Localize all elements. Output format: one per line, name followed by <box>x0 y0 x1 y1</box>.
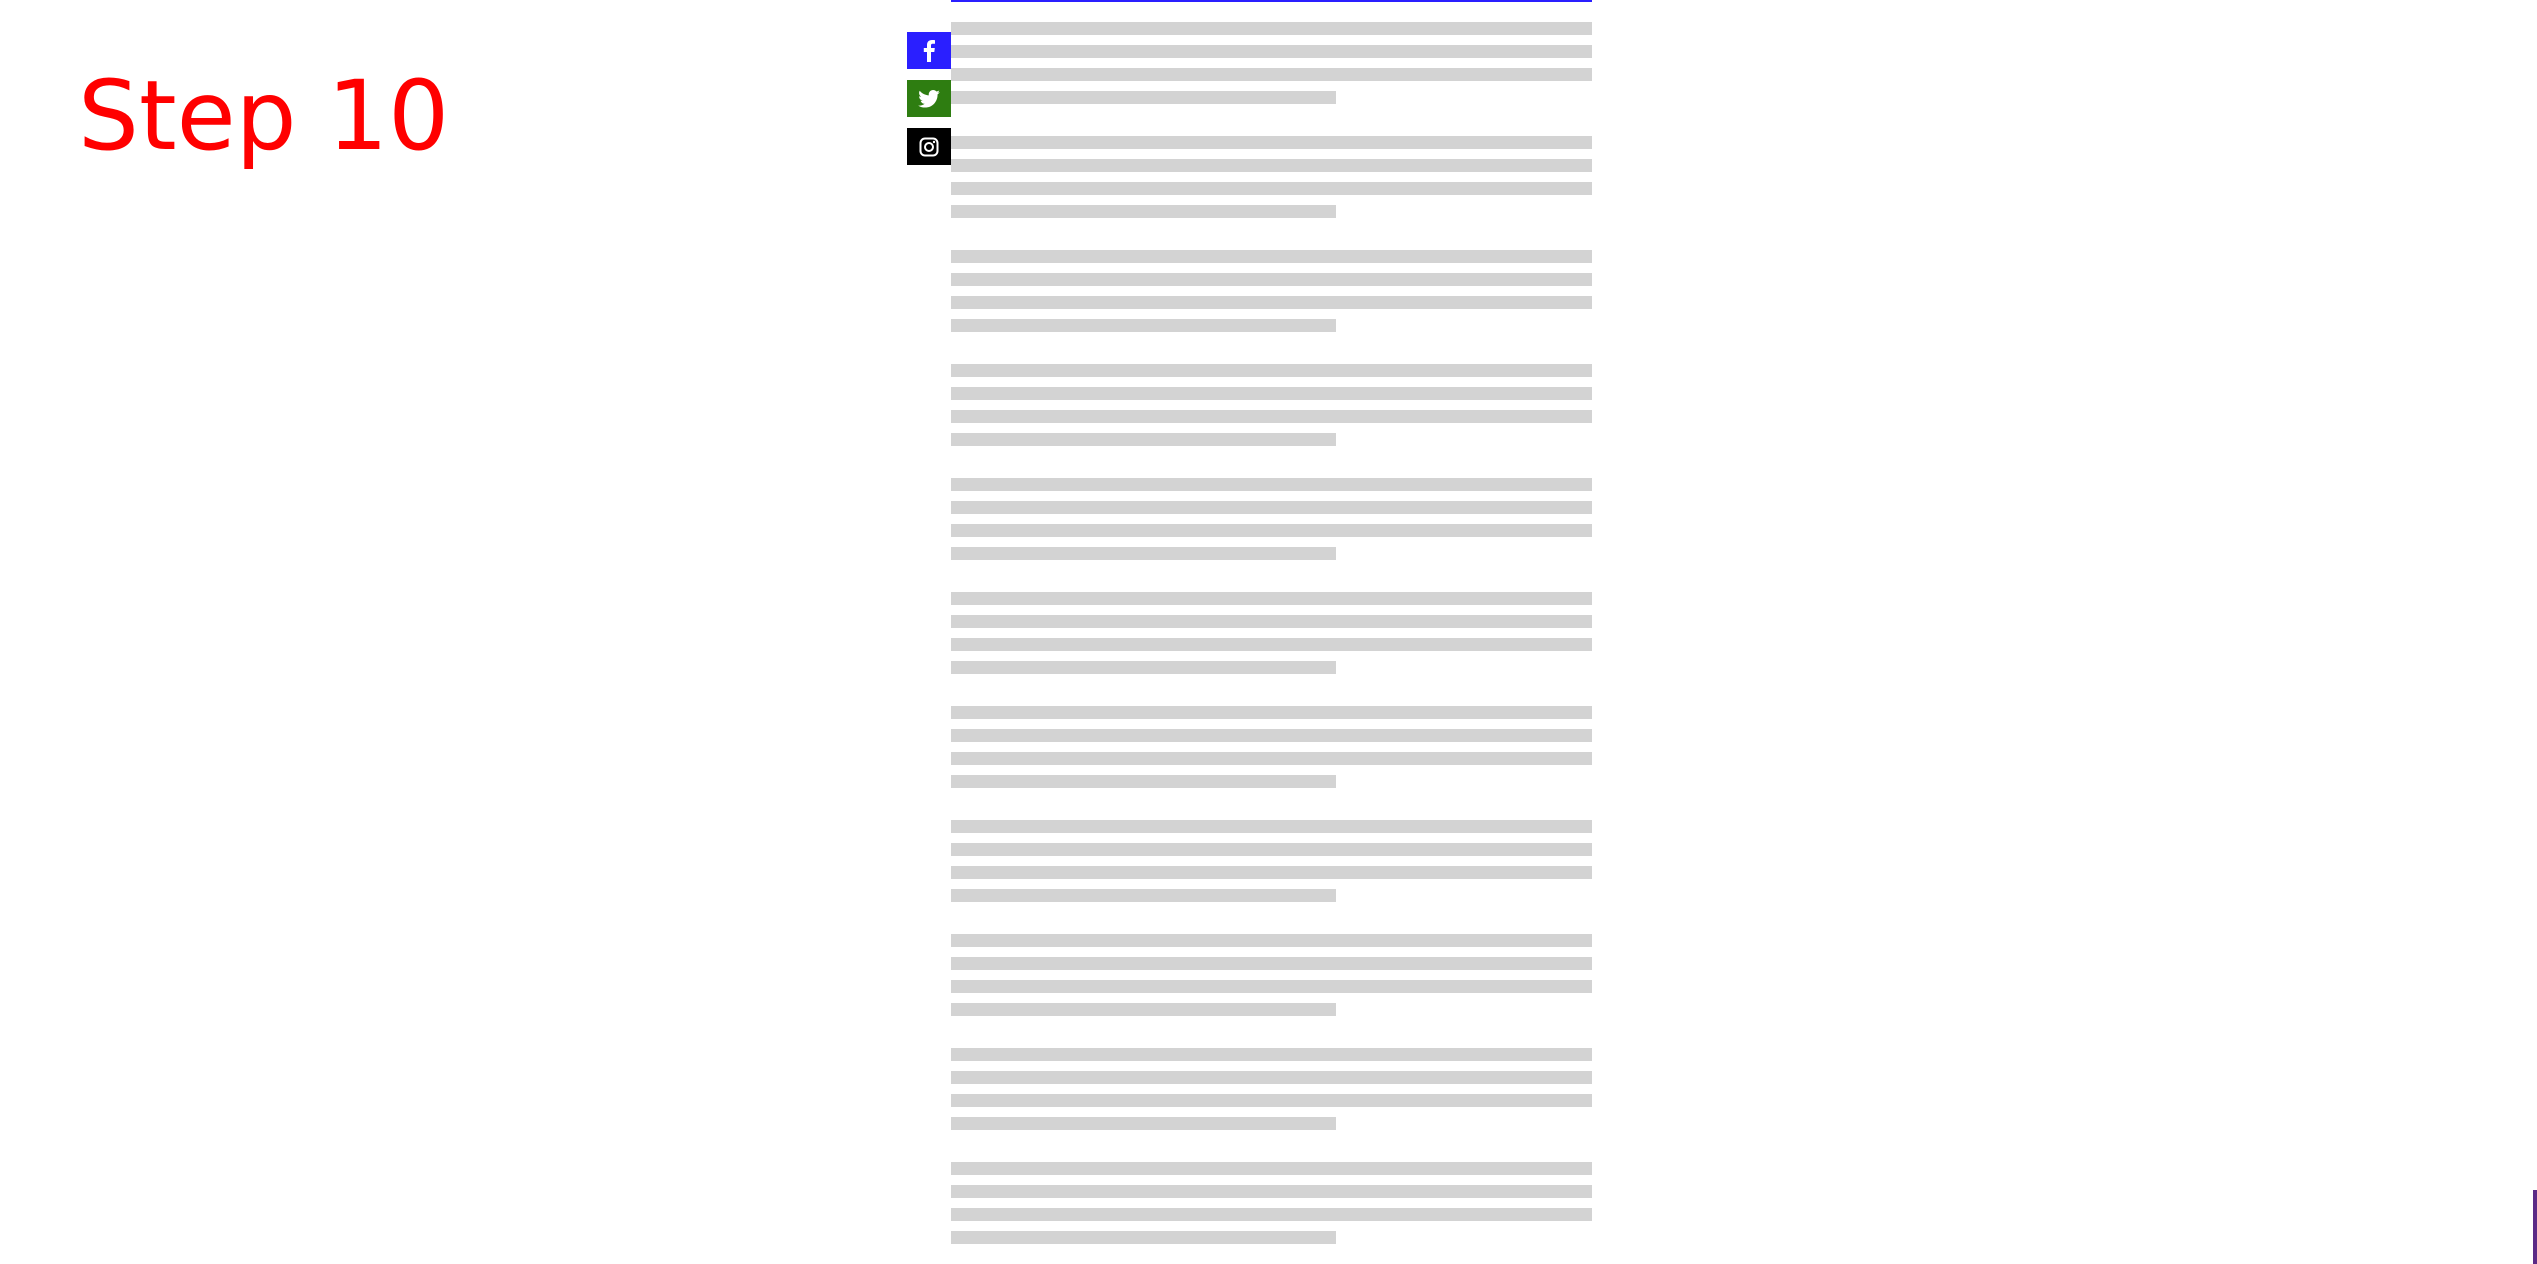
placeholder-text-line <box>951 615 1592 628</box>
instagram-icon <box>919 137 939 156</box>
placeholder-text-line <box>951 866 1592 879</box>
placeholder-text-line <box>951 820 1592 833</box>
facebook-icon <box>923 39 935 62</box>
placeholder-text-line <box>951 410 1592 423</box>
content-top-border <box>951 0 1592 2</box>
placeholder-text-line <box>951 592 1592 605</box>
instagram-share-button[interactable] <box>907 128 951 165</box>
placeholder-text-line <box>951 1094 1592 1107</box>
placeholder-text-line <box>951 706 1592 719</box>
placeholder-paragraph <box>951 1048 1592 1138</box>
placeholder-text-line <box>951 1162 1592 1175</box>
placeholder-text-line <box>951 957 1592 970</box>
placeholder-paragraph <box>951 250 1592 340</box>
placeholder-text-line <box>951 433 1336 446</box>
placeholder-text-line <box>951 273 1592 286</box>
placeholder-text-line <box>951 638 1592 651</box>
placeholder-text-line <box>951 1208 1592 1221</box>
placeholder-text-line <box>951 205 1336 218</box>
placeholder-text-line <box>951 136 1592 149</box>
placeholder-text-line <box>951 1003 1336 1016</box>
placeholder-text-line <box>951 1117 1336 1130</box>
placeholder-text-line <box>951 501 1592 514</box>
article-placeholder-content <box>951 22 1592 1264</box>
placeholder-text-line <box>951 775 1336 788</box>
placeholder-text-line <box>951 182 1592 195</box>
placeholder-text-line <box>951 524 1592 537</box>
placeholder-text-line <box>951 843 1592 856</box>
placeholder-text-line <box>951 547 1336 560</box>
placeholder-paragraph <box>951 364 1592 454</box>
placeholder-text-line <box>951 364 1592 377</box>
placeholder-text-line <box>951 387 1592 400</box>
twitter-icon <box>918 89 940 108</box>
placeholder-text-line <box>951 22 1592 35</box>
placeholder-text-line <box>951 1185 1592 1198</box>
placeholder-paragraph <box>951 706 1592 796</box>
placeholder-paragraph <box>951 934 1592 1024</box>
placeholder-text-line <box>951 478 1592 491</box>
placeholder-text-line <box>951 889 1336 902</box>
step-title: Step 10 <box>78 60 450 172</box>
placeholder-text-line <box>951 661 1336 674</box>
placeholder-text-line <box>951 729 1592 742</box>
placeholder-text-line <box>951 68 1592 81</box>
placeholder-text-line <box>951 91 1336 104</box>
facebook-share-button[interactable] <box>907 32 951 69</box>
placeholder-paragraph <box>951 478 1592 568</box>
placeholder-text-line <box>951 296 1592 309</box>
placeholder-text-line <box>951 752 1592 765</box>
placeholder-text-line <box>951 159 1592 172</box>
placeholder-text-line <box>951 934 1592 947</box>
placeholder-paragraph <box>951 136 1592 226</box>
social-share-bar <box>907 32 951 176</box>
placeholder-paragraph <box>951 22 1592 112</box>
placeholder-text-line <box>951 1231 1336 1244</box>
placeholder-text-line <box>951 319 1336 332</box>
placeholder-text-line <box>951 45 1592 58</box>
placeholder-paragraph <box>951 592 1592 682</box>
placeholder-text-line <box>951 980 1592 993</box>
placeholder-text-line <box>951 1071 1592 1084</box>
placeholder-text-line <box>951 250 1592 263</box>
placeholder-paragraph <box>951 1162 1592 1252</box>
placeholder-paragraph <box>951 820 1592 910</box>
placeholder-text-line <box>951 1048 1592 1061</box>
corner-edge-marker <box>2533 1190 2537 1264</box>
twitter-share-button[interactable] <box>907 80 951 117</box>
